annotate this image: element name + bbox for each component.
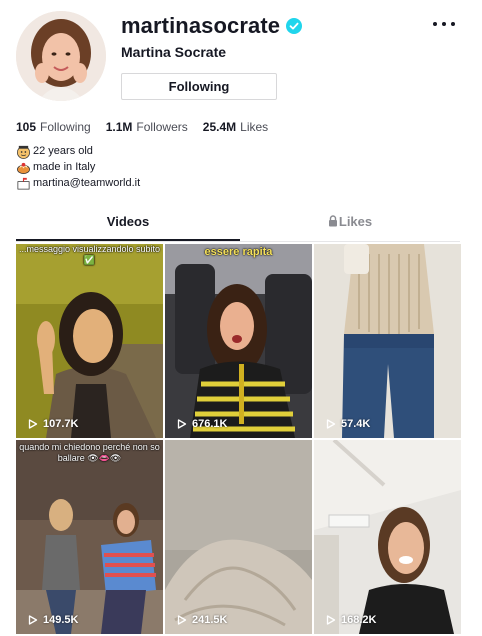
likes-count: 25.4M xyxy=(202,120,237,134)
video-thumbnail xyxy=(314,244,461,438)
video-tile[interactable]: 168.2K xyxy=(314,440,461,634)
video-thumbnail xyxy=(16,440,163,634)
play-icon xyxy=(177,615,187,625)
view-count-text: 149.5K xyxy=(43,614,79,626)
play-icon xyxy=(177,419,187,429)
lock-icon xyxy=(328,215,337,227)
tab-likes[interactable]: Likes xyxy=(240,214,460,240)
view-count: 107.7K xyxy=(28,418,78,430)
verified-badge-icon xyxy=(286,18,303,34)
followers-stat[interactable]: 1.1M Followers xyxy=(106,120,188,134)
bio-age-text: 22 years old xyxy=(33,145,93,157)
view-count-text: 241.5K xyxy=(192,614,228,626)
video-tile[interactable]: ...messaggio visualizzandolo subito ✅ 10… xyxy=(16,244,163,438)
avatar[interactable] xyxy=(16,11,106,101)
view-count: 149.5K xyxy=(28,614,78,626)
bio-email-text: martina@teamworld.it xyxy=(33,177,141,189)
video-grid: ...messaggio visualizzandolo subito ✅ 10… xyxy=(16,244,462,636)
bio-line-age: 22 years old xyxy=(16,143,140,159)
play-icon xyxy=(326,419,336,429)
followers-label: Followers xyxy=(136,120,188,134)
profile-stats: 105 Following 1.1M Followers 25.4M Likes xyxy=(16,120,283,134)
tab-divider xyxy=(16,241,460,242)
video-thumbnail xyxy=(314,440,461,634)
avatar-image xyxy=(16,11,106,101)
video-tile[interactable]: 241.5K xyxy=(165,440,312,634)
following-button[interactable]: Following xyxy=(121,73,277,100)
display-name: Martina Socrate xyxy=(121,44,227,60)
view-count: 168.2K xyxy=(326,614,376,626)
profile-tabs: Videos Likes xyxy=(16,214,460,242)
video-tile[interactable]: essere rapita 676.1K xyxy=(165,244,312,438)
view-count: 57.4K xyxy=(326,418,370,430)
view-count: 241.5K xyxy=(177,614,227,626)
play-icon xyxy=(28,419,38,429)
likes-label: Likes xyxy=(240,120,269,134)
mailbox-icon xyxy=(17,177,30,189)
more-options-icon[interactable] xyxy=(433,18,455,30)
view-count-text: 676.1K xyxy=(192,418,228,430)
likes-stat: 25.4M Likes xyxy=(203,120,268,134)
followers-count: 1.1M xyxy=(105,120,133,134)
pasta-icon xyxy=(17,162,30,174)
tab-likes-label: Likes xyxy=(338,214,373,229)
bio-origin-text: made in Italy xyxy=(33,161,96,173)
video-caption: quando mi chiedono perché non so ballare… xyxy=(19,442,160,463)
following-count: 105 xyxy=(16,120,37,134)
video-tile[interactable]: quando mi chiedono perché non so ballare… xyxy=(16,440,163,634)
video-caption: ...messaggio visualizzandolo subito ✅ xyxy=(18,244,161,265)
play-icon xyxy=(28,615,38,625)
username: martinasocrate xyxy=(121,13,281,38)
following-stat[interactable]: 105 Following xyxy=(16,120,91,134)
tab-videos[interactable]: Videos xyxy=(16,214,240,240)
video-caption: essere rapita xyxy=(204,246,273,258)
view-count-text: 107.7K xyxy=(43,418,79,430)
video-thumbnail xyxy=(16,244,163,438)
play-icon xyxy=(326,615,336,625)
video-thumbnail xyxy=(165,440,312,634)
video-tile[interactable]: 57.4K xyxy=(314,244,461,438)
video-thumbnail xyxy=(165,244,312,438)
bio-line-origin: made in Italy xyxy=(16,159,140,175)
face-icon xyxy=(17,145,30,159)
view-count-text: 168.2K xyxy=(341,614,377,626)
view-count-text: 57.4K xyxy=(341,418,371,430)
following-label: Following xyxy=(40,120,91,134)
bio: 22 years old made in Italy martina@teamw… xyxy=(16,143,140,191)
bio-line-email: martina@teamworld.it xyxy=(16,175,140,191)
view-count: 676.1K xyxy=(177,418,227,430)
